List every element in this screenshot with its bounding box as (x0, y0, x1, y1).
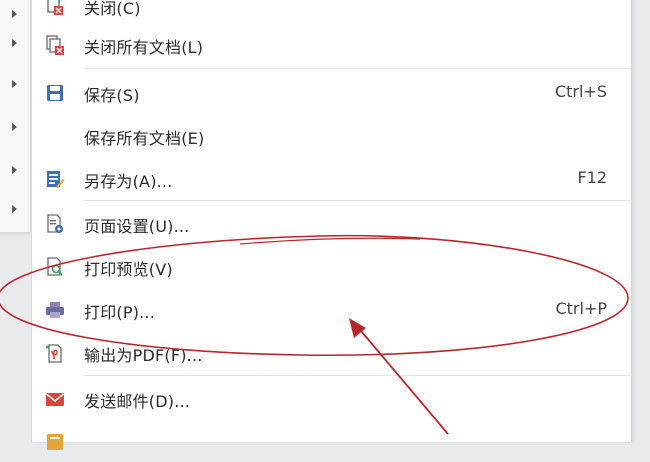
annotation-ellipse-overlap (239, 237, 421, 245)
annotation-ellipse (0, 234, 629, 357)
annotation-overlay (0, 234, 629, 434)
doc-icon (47, 434, 63, 450)
annotation-arrow-line (355, 324, 449, 434)
